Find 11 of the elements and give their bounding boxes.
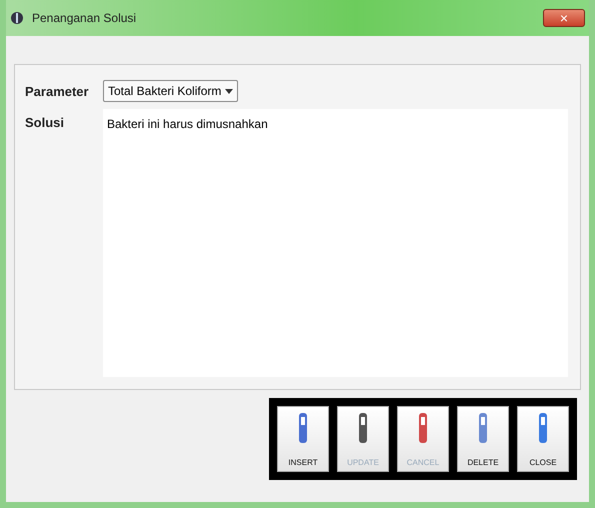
solusi-field[interactable]: Bakteri ini harus dimusnahkan (103, 109, 568, 377)
insert-button[interactable]: INSERT (277, 406, 329, 472)
app-icon (10, 11, 24, 25)
solusi-label: Solusi (25, 114, 66, 130)
close-button[interactable]: × (543, 9, 585, 27)
parameter-label: Parameter (25, 84, 90, 98)
close-button[interactable]: CLOSE (517, 406, 569, 472)
window-title: Penanganan Solusi (32, 11, 138, 25)
caret-icon (225, 88, 234, 94)
delete-button[interactable]: DELETE (457, 406, 509, 472)
parameter-dropdown[interactable]: Total Bakteri Koliform (103, 80, 238, 102)
